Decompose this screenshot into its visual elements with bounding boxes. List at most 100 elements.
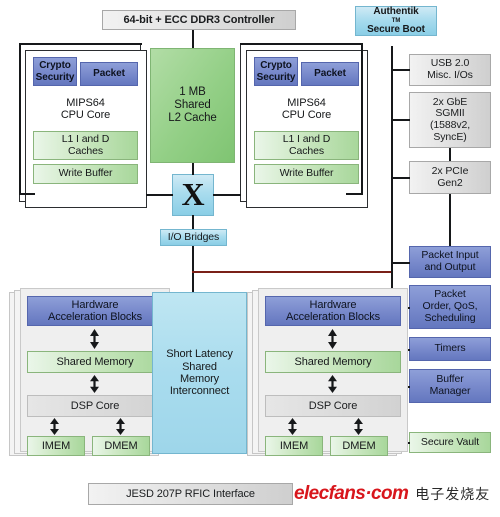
arrow-sharedmem-dsp-right	[327, 375, 338, 393]
dsp-core-left-label: DSP Core	[70, 399, 120, 412]
shared-memory-right-label: Shared Memory	[294, 355, 372, 368]
jesd-rfic-interface-block[interactable]: JESD 207P RFIC Interface	[88, 483, 293, 505]
authentik-label-line1: Authentik TM	[356, 6, 436, 24]
crypto-security-label-line2: Security	[35, 71, 75, 83]
connector-right-cluster-top	[240, 43, 363, 45]
connector-crossbar-to-right-cluster	[213, 194, 241, 196]
crypto-security-block-left[interactable]: Crypto Security	[33, 57, 77, 86]
l1-caches-right-line2: Caches	[288, 144, 324, 157]
io-bridges-label: I/O Bridges	[167, 230, 220, 243]
dsp-core-block-left[interactable]: DSP Core	[27, 395, 163, 417]
crossbar-label: X	[181, 176, 205, 213]
pcie-gen2-line2: Gen2	[437, 176, 463, 189]
l2-cache-line3: L2 Cache	[168, 111, 217, 124]
imem-block-left[interactable]: IMEM	[27, 436, 85, 456]
right-block-usb-misc-io[interactable]: USB 2.0 Misc. I/Os	[409, 54, 491, 86]
connector-gbe-to-pcie	[449, 148, 451, 161]
right-block-packet-order[interactable]: Packet Order, QoS, Scheduling	[409, 285, 491, 329]
shared-memory-block-left[interactable]: Shared Memory	[27, 351, 163, 373]
packet-block-right[interactable]: Packet	[301, 62, 359, 86]
l1-caches-line1: L1 I and D	[61, 132, 110, 145]
mips64-line1: MIPS64	[66, 96, 105, 109]
arrow-dsp-imem-left	[49, 418, 60, 435]
mips64-right-line2: CPU Core	[281, 109, 332, 121]
connector-left-cluster-top	[19, 43, 142, 45]
authentik-label-line2: Secure Boot	[367, 24, 425, 36]
right-block-packet-io[interactable]: Packet Input and Output	[409, 246, 491, 278]
write-buffer-label-right: Write Buffer	[279, 167, 334, 180]
interconnect-line1: Short Latency	[166, 348, 233, 361]
interconnect-line3: Memory	[179, 373, 220, 385]
hw-accel-right-line1: Hardware	[309, 298, 357, 311]
dmem-left-label: DMEM	[104, 439, 138, 452]
connector-ddr3-to-l2	[192, 30, 194, 49]
interconnect-line2: Shared	[182, 360, 217, 373]
arrow-sharedmem-dsp-left	[89, 375, 100, 393]
arrow-hwaccel-sharedmem-right	[327, 329, 338, 349]
watermark: elecfans·com 电子发烧友	[294, 483, 490, 505]
right-block-timers[interactable]: Timers	[409, 337, 491, 361]
connector-l2-to-crossbar	[192, 163, 194, 175]
buffer-manager-line2: Manager	[429, 385, 471, 397]
l1-caches-block-right[interactable]: L1 I and D Caches	[254, 131, 359, 160]
gbe-sgmii-line3: (1588v2,	[429, 119, 471, 131]
packet-order-line3: Scheduling	[424, 311, 476, 324]
dmem-block-left[interactable]: DMEM	[92, 436, 150, 456]
authentik-secure-boot-block[interactable]: Authentik TM Secure Boot	[355, 6, 437, 36]
usb-misc-io-line2: Misc. I/Os	[427, 69, 473, 81]
imem-right-label: IMEM	[279, 439, 309, 452]
arrow-hwaccel-sharedmem-left	[89, 329, 100, 349]
dsp-core-block-right[interactable]: DSP Core	[265, 395, 401, 417]
write-buffer-block-right[interactable]: Write Buffer	[254, 164, 359, 184]
imem-block-right[interactable]: IMEM	[265, 436, 323, 456]
write-buffer-label-left: Write Buffer	[58, 167, 113, 180]
packet-block-left[interactable]: Packet	[80, 62, 138, 86]
mips64-core-label-right: MIPS64 CPU Core	[254, 92, 359, 126]
l2-cache-line1: 1 MB	[179, 86, 206, 99]
timers-label: Timers	[434, 342, 466, 355]
shared-memory-block-right[interactable]: Shared Memory	[265, 351, 401, 373]
crossbar-switch-block[interactable]: X	[172, 174, 214, 216]
dmem-block-right[interactable]: DMEM	[330, 436, 388, 456]
connector-left-cluster-bottom	[19, 193, 35, 195]
crypto-security-block-right[interactable]: Crypto Security	[254, 57, 298, 86]
write-buffer-block-left[interactable]: Write Buffer	[33, 164, 138, 184]
right-block-pcie-gen2[interactable]: 2x PCIe Gen2	[409, 161, 491, 194]
mips64-line2: CPU Core	[60, 109, 111, 121]
crypto-security-right-line1: Crypto	[260, 60, 292, 72]
connector-bus-to-pcie	[391, 177, 410, 179]
packet-label-right: Packet	[314, 68, 346, 80]
watermark-site: elecfans·com	[294, 483, 409, 504]
connector-left-cluster-left-edge	[19, 43, 21, 195]
right-block-gbe-sgmii[interactable]: 2x GbE SGMII (1588v2, SyncE)	[409, 92, 491, 148]
connector-right-cluster-bottom	[346, 193, 362, 195]
right-block-secure-vault[interactable]: Secure Vault	[409, 432, 491, 453]
soc-block-diagram: 64-bit + ECC DDR3 Controller Authentik TM…	[0, 0, 500, 517]
trademark-symbol: TM	[391, 17, 401, 24]
connector-crossbar-to-io-bridges	[192, 215, 194, 230]
l2-cache-block[interactable]: 1 MB Shared L2 Cache	[150, 48, 235, 163]
interconnect-line4: Interconnect	[169, 385, 230, 398]
hw-accel-left-line2: Acceleration Blocks	[47, 311, 143, 323]
connector-crossbar-to-left-cluster	[146, 194, 173, 196]
l1-caches-right-line1: L1 I and D	[282, 132, 331, 145]
jesd-rfic-label: JESD 207P RFIC Interface	[126, 487, 255, 500]
right-block-buffer-manager[interactable]: Buffer Manager	[409, 369, 491, 403]
hw-accel-left-line1: Hardware	[71, 298, 119, 311]
short-latency-interconnect-block[interactable]: Short Latency Shared Memory Interconnect	[152, 292, 247, 454]
arrow-dsp-dmem-left	[115, 418, 126, 435]
watermark-chinese: 电子发烧友	[415, 486, 491, 502]
ddr3-controller-label: 64-bit + ECC DDR3 Controller	[123, 13, 275, 26]
connector-pcie-to-packet-io	[449, 194, 451, 246]
imem-left-label: IMEM	[41, 439, 71, 452]
l1-caches-block-left[interactable]: L1 I and D Caches	[33, 131, 138, 160]
connector-io-bus-horizontal	[192, 271, 392, 273]
connector-bus-to-gbe	[391, 119, 410, 121]
ddr3-controller-block[interactable]: 64-bit + ECC DDR3 Controller	[102, 10, 296, 30]
hw-accel-block-left[interactable]: Hardware Acceleration Blocks	[27, 296, 163, 326]
dsp-core-right-label: DSP Core	[308, 399, 358, 412]
l2-cache-line2: Shared	[174, 99, 211, 112]
io-bridges-block[interactable]: I/O Bridges	[160, 229, 227, 246]
secure-vault-label: Secure Vault	[420, 435, 480, 448]
hw-accel-block-right[interactable]: Hardware Acceleration Blocks	[265, 296, 401, 326]
